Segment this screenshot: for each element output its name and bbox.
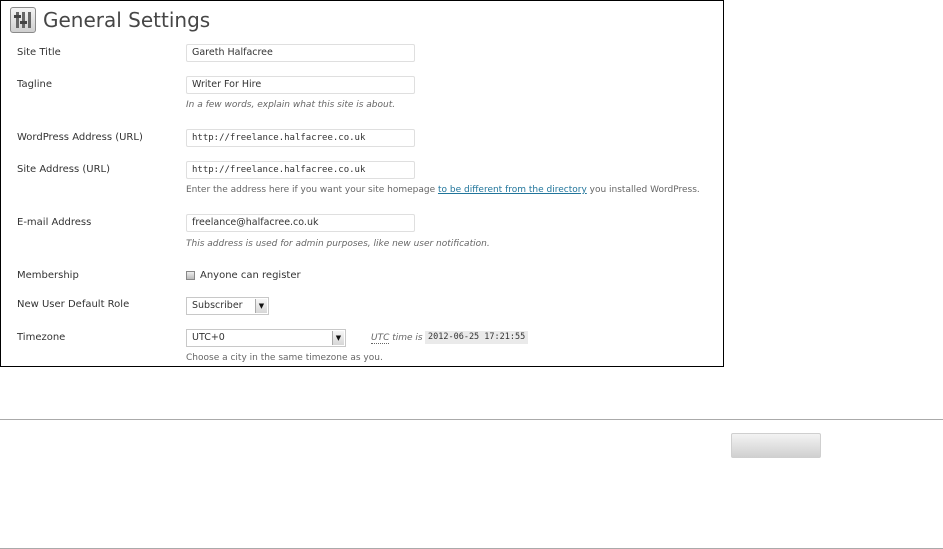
dropdown-arrow-icon: ▼: [332, 331, 344, 345]
tagline-label: Tagline: [17, 79, 52, 90]
page-title: General Settings: [43, 8, 211, 32]
site-address-description-after: you installed WordPress.: [586, 185, 700, 195]
default-role-select[interactable]: Subscriber ▼: [186, 297, 269, 315]
utc-time-label: UTC time is: [371, 332, 423, 344]
timezone-select[interactable]: UTC+0 ▼: [186, 329, 346, 347]
site-address-description: Enter the address here if you want your …: [186, 184, 700, 196]
tagline-description: In a few words, explain what this site i…: [186, 100, 396, 110]
settings-sliders-icon: [10, 7, 36, 33]
membership-checkbox-label[interactable]: Anyone can register: [200, 269, 301, 282]
email-input[interactable]: freelance@halfacree.co.uk: [186, 214, 415, 232]
timezone-value: UTC+0: [192, 332, 225, 343]
tagline-input[interactable]: Writer For Hire: [186, 76, 415, 94]
membership-label: Membership: [17, 270, 79, 281]
site-title-input[interactable]: Gareth Halfacree: [186, 44, 415, 62]
divider-top: [0, 419, 943, 420]
default-role-value: Subscriber: [192, 300, 243, 311]
dropdown-arrow-icon: ▼: [255, 299, 267, 313]
utc-abbr: UTC: [371, 333, 390, 344]
membership-checkbox[interactable]: [186, 271, 195, 280]
wp-address-input[interactable]: http://freelance.halfacree.co.uk: [186, 129, 415, 147]
email-description: This address is used for admin purposes,…: [186, 239, 490, 249]
directory-help-link[interactable]: to be different from the directory: [438, 185, 587, 195]
default-role-label: New User Default Role: [17, 299, 130, 310]
wp-address-label: WordPress Address (URL): [17, 132, 143, 143]
footer-button[interactable]: [731, 433, 821, 458]
utc-time-value: 2012-06-25 17:21:55: [425, 331, 529, 344]
timezone-description: Choose a city in the same timezone as yo…: [186, 353, 383, 363]
site-title-label: Site Title: [17, 47, 61, 58]
site-address-description-before: Enter the address here if you want your …: [186, 185, 438, 195]
utc-time-text: time is: [389, 333, 423, 343]
email-label: E-mail Address: [17, 217, 92, 228]
timezone-label: Timezone: [17, 332, 66, 343]
settings-panel: General Settings Site Title Gareth Halfa…: [0, 0, 724, 367]
site-address-input[interactable]: http://freelance.halfacree.co.uk: [186, 161, 415, 179]
site-address-label: Site Address (URL): [17, 164, 111, 175]
